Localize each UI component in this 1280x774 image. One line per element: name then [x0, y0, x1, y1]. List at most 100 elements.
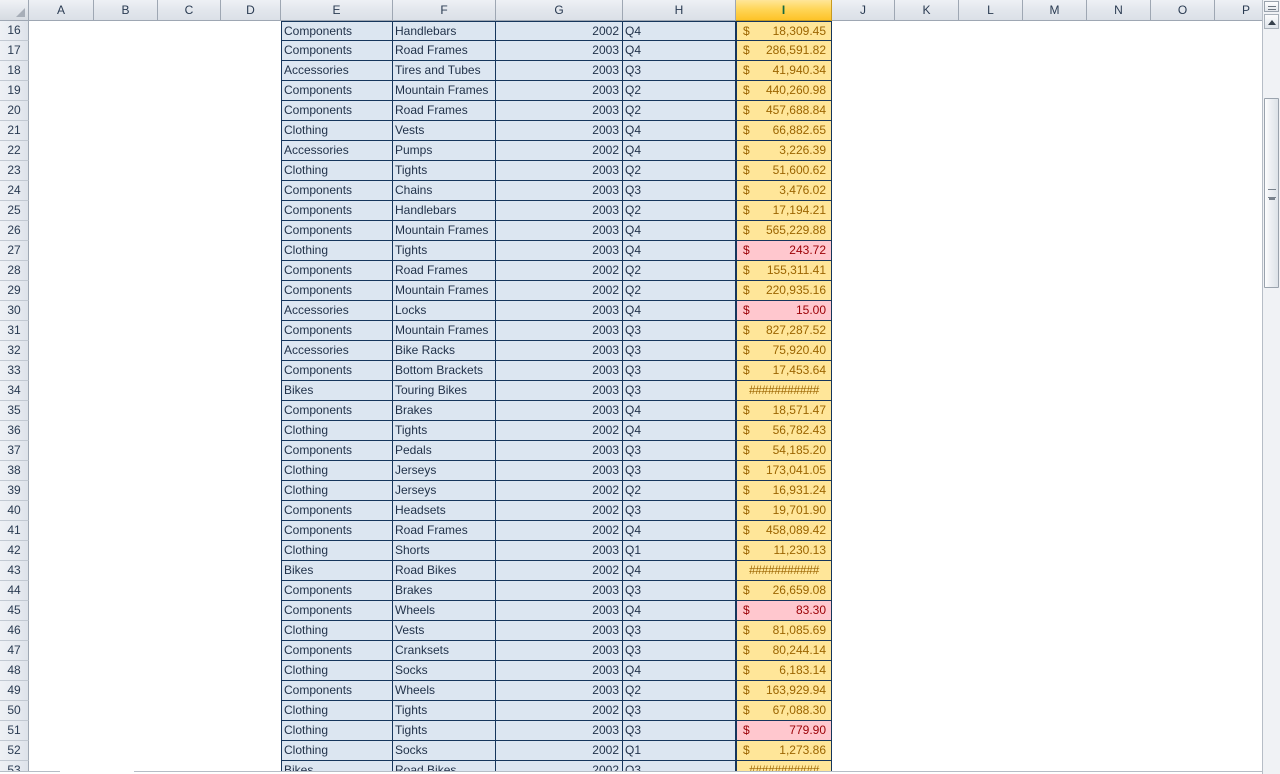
cell-empty-k[interactable]: [895, 21, 959, 41]
cell-category[interactable]: Components: [281, 181, 393, 201]
cell-empty-b[interactable]: [94, 641, 158, 661]
cell-empty-m[interactable]: [1023, 121, 1087, 141]
cell-quarter[interactable]: Q2: [623, 681, 736, 701]
cell-year[interactable]: 2003: [496, 721, 623, 741]
cell-empty-b[interactable]: [94, 41, 158, 61]
cell-empty-o[interactable]: [1151, 641, 1215, 661]
cell-empty-a[interactable]: [29, 241, 94, 261]
cell-empty-c[interactable]: [158, 101, 221, 121]
cell-quarter[interactable]: Q4: [623, 521, 736, 541]
row-header-27[interactable]: 27: [0, 241, 29, 261]
row-header-52[interactable]: 52: [0, 741, 29, 761]
cell-empty-n[interactable]: [1087, 321, 1151, 341]
column-header-c[interactable]: C: [158, 0, 221, 21]
row-header-37[interactable]: 37: [0, 441, 29, 461]
cell-empty-b[interactable]: [94, 61, 158, 81]
cell-product[interactable]: Mountain Frames: [393, 281, 496, 301]
column-header-f[interactable]: F: [393, 0, 496, 21]
cell-empty-b[interactable]: [94, 621, 158, 641]
cell-category[interactable]: Components: [281, 521, 393, 541]
cell-category[interactable]: Components: [281, 101, 393, 121]
cell-empty-k[interactable]: [895, 641, 959, 661]
cell-empty-j[interactable]: [832, 281, 895, 301]
column-header-l[interactable]: L: [959, 0, 1023, 21]
cell-empty-c[interactable]: [158, 381, 221, 401]
row-header-36[interactable]: 36: [0, 421, 29, 441]
cell-quarter[interactable]: Q2: [623, 281, 736, 301]
cell-year[interactable]: 2003: [496, 681, 623, 701]
row-header-51[interactable]: 51: [0, 721, 29, 741]
cell-empty-l[interactable]: [959, 121, 1023, 141]
cell-empty-j[interactable]: [832, 501, 895, 521]
row-header-45[interactable]: 45: [0, 601, 29, 621]
cell-empty-m[interactable]: [1023, 701, 1087, 721]
cell-empty-k[interactable]: [895, 701, 959, 721]
cell-year[interactable]: 2002: [496, 501, 623, 521]
cell-quarter[interactable]: Q4: [623, 661, 736, 681]
cell-empty-j[interactable]: [832, 261, 895, 281]
cell-empty-c[interactable]: [158, 321, 221, 341]
cell-amount[interactable]: $3,476.02: [736, 181, 832, 201]
cell-year[interactable]: 2003: [496, 361, 623, 381]
cell-empty-d[interactable]: [221, 461, 281, 481]
cell-empty-o[interactable]: [1151, 441, 1215, 461]
cell-year[interactable]: 2002: [496, 261, 623, 281]
cell-empty-b[interactable]: [94, 461, 158, 481]
cell-empty-o[interactable]: [1151, 681, 1215, 701]
cell-product[interactable]: Tights: [393, 721, 496, 741]
cell-empty-d[interactable]: [221, 501, 281, 521]
cell-empty-k[interactable]: [895, 161, 959, 181]
cell-empty-a[interactable]: [29, 181, 94, 201]
row-header-38[interactable]: 38: [0, 461, 29, 481]
cell-amount[interactable]: $83.30: [736, 601, 832, 621]
cell-empty-l[interactable]: [959, 401, 1023, 421]
cell-empty-a[interactable]: [29, 361, 94, 381]
cell-category[interactable]: Components: [281, 681, 393, 701]
cell-empty-o[interactable]: [1151, 741, 1215, 761]
cell-empty-a[interactable]: [29, 21, 94, 41]
cell-product[interactable]: Handlebars: [393, 21, 496, 41]
cell-empty-a[interactable]: [29, 681, 94, 701]
cell-empty-m[interactable]: [1023, 201, 1087, 221]
cell-year[interactable]: 2003: [496, 301, 623, 321]
cell-empty-d[interactable]: [221, 481, 281, 501]
cell-empty-c[interactable]: [158, 461, 221, 481]
row-header-41[interactable]: 41: [0, 521, 29, 541]
cell-empty-d[interactable]: [221, 301, 281, 321]
row-header-50[interactable]: 50: [0, 701, 29, 721]
cell-amount[interactable]: $440,260.98: [736, 81, 832, 101]
cell-empty-k[interactable]: [895, 301, 959, 321]
cell-empty-n[interactable]: [1087, 401, 1151, 421]
cell-product[interactable]: Road Frames: [393, 101, 496, 121]
cell-empty-c[interactable]: [158, 541, 221, 561]
cell-empty-a[interactable]: [29, 461, 94, 481]
cell-empty-c[interactable]: [158, 561, 221, 581]
cell-empty-b[interactable]: [94, 221, 158, 241]
cell-empty-c[interactable]: [158, 121, 221, 141]
cell-year[interactable]: 2003: [496, 341, 623, 361]
cell-quarter[interactable]: Q3: [623, 361, 736, 381]
cell-empty-j[interactable]: [832, 661, 895, 681]
cell-empty-m[interactable]: [1023, 501, 1087, 521]
cell-year[interactable]: 2003: [496, 241, 623, 261]
cell-product[interactable]: Tights: [393, 241, 496, 261]
cell-empty-j[interactable]: [832, 461, 895, 481]
cell-empty-l[interactable]: [959, 641, 1023, 661]
cell-year[interactable]: 2003: [496, 641, 623, 661]
cell-empty-d[interactable]: [221, 701, 281, 721]
cell-empty-m[interactable]: [1023, 281, 1087, 301]
cell-year[interactable]: 2003: [496, 621, 623, 641]
cell-empty-l[interactable]: [959, 341, 1023, 361]
cell-category[interactable]: Components: [281, 201, 393, 221]
cell-empty-o[interactable]: [1151, 561, 1215, 581]
scroll-up-arrow-icon[interactable]: [1264, 14, 1279, 29]
cell-quarter[interactable]: Q4: [623, 561, 736, 581]
cell-empty-b[interactable]: [94, 681, 158, 701]
cell-quarter[interactable]: Q2: [623, 101, 736, 121]
cell-empty-n[interactable]: [1087, 61, 1151, 81]
cell-empty-b[interactable]: [94, 721, 158, 741]
cell-empty-k[interactable]: [895, 361, 959, 381]
cell-quarter[interactable]: Q3: [623, 461, 736, 481]
cell-empty-n[interactable]: [1087, 421, 1151, 441]
cell-empty-d[interactable]: [221, 241, 281, 261]
